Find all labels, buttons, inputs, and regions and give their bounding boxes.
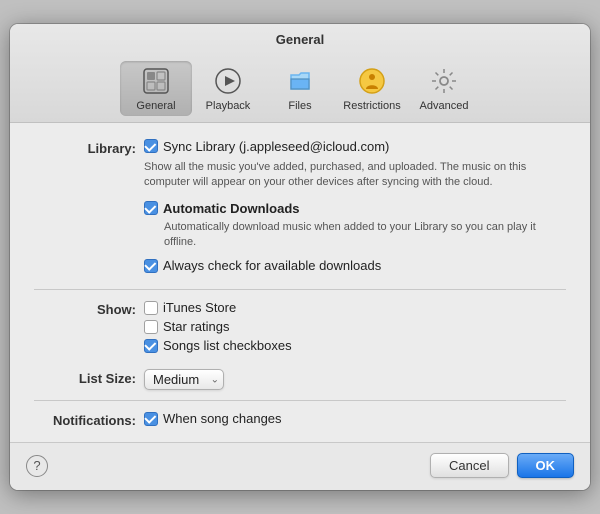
- divider-1: [34, 289, 566, 290]
- toolbar-item-files[interactable]: Files: [264, 61, 336, 116]
- ok-button[interactable]: OK: [517, 453, 575, 478]
- footer-buttons: Cancel OK: [430, 453, 574, 478]
- toolbar-item-advanced[interactable]: Advanced: [408, 61, 480, 116]
- toolbar: General Playback: [10, 55, 590, 122]
- song-changes-row: When song changes: [144, 411, 566, 426]
- window-title: General: [10, 32, 590, 47]
- toolbar-label-playback: Playback: [206, 100, 251, 112]
- list-size-section: List Size: Small Medium Large ⌄: [34, 369, 566, 390]
- toolbar-label-files: Files: [288, 100, 311, 112]
- toolbar-label-restrictions: Restrictions: [343, 100, 400, 112]
- list-size-select[interactable]: Small Medium Large: [144, 369, 224, 390]
- toolbar-item-playback[interactable]: Playback: [192, 61, 264, 116]
- restrictions-icon: [356, 65, 388, 97]
- notifications-label: Notifications:: [34, 411, 144, 428]
- list-size-select-container: Small Medium Large ⌄: [144, 369, 224, 390]
- sync-library-description: Show all the music you've added, purchas…: [144, 160, 566, 191]
- library-section: Library: Sync Library (j.appleseed@iclou…: [34, 139, 566, 278]
- footer: ? Cancel OK: [10, 442, 590, 490]
- songs-list-checkboxes-checkbox[interactable]: [144, 339, 158, 353]
- show-section: Show: iTunes Store Star ratings Songs li…: [34, 300, 566, 357]
- advanced-icon: [428, 65, 460, 97]
- cancel-button[interactable]: Cancel: [430, 453, 508, 478]
- songs-list-checkboxes-label: Songs list checkboxes: [163, 338, 292, 353]
- toolbar-label-general: General: [136, 100, 175, 112]
- sync-library-checkbox[interactable]: [144, 139, 158, 153]
- toolbar-item-restrictions[interactable]: Restrictions: [336, 61, 408, 116]
- library-content: Sync Library (j.appleseed@icloud.com) Sh…: [144, 139, 566, 278]
- star-ratings-row: Star ratings: [144, 319, 566, 334]
- star-ratings-checkbox[interactable]: [144, 320, 158, 334]
- songs-list-checkboxes-row: Songs list checkboxes: [144, 338, 566, 353]
- preferences-window: General General: [10, 24, 590, 491]
- star-ratings-label: Star ratings: [163, 319, 229, 334]
- auto-downloads-row: Automatic Downloads: [144, 201, 566, 216]
- library-label: Library:: [34, 139, 144, 156]
- song-changes-label: When song changes: [163, 411, 282, 426]
- files-icon: [284, 65, 316, 97]
- list-size-label: List Size:: [34, 369, 144, 386]
- always-check-checkbox[interactable]: [144, 259, 158, 273]
- show-content: iTunes Store Star ratings Songs list che…: [144, 300, 566, 357]
- content-area: Library: Sync Library (j.appleseed@iclou…: [10, 123, 590, 443]
- divider-2: [34, 400, 566, 401]
- auto-downloads-checkbox[interactable]: [144, 201, 158, 215]
- show-label: Show:: [34, 300, 144, 317]
- list-size-content: Small Medium Large ⌄: [144, 369, 566, 390]
- notifications-section: Notifications: When song changes: [34, 411, 566, 430]
- always-check-label: Always check for available downloads: [163, 258, 381, 273]
- title-bar: General General: [10, 24, 590, 123]
- always-check-row: Always check for available downloads: [144, 258, 566, 273]
- toolbar-label-advanced: Advanced: [420, 100, 469, 112]
- help-button[interactable]: ?: [26, 455, 48, 477]
- sync-library-row: Sync Library (j.appleseed@icloud.com): [144, 139, 566, 154]
- itunes-store-row: iTunes Store: [144, 300, 566, 315]
- song-changes-checkbox[interactable]: [144, 412, 158, 426]
- sync-library-text: Sync Library (j.appleseed@icloud.com): [163, 139, 389, 154]
- toolbar-item-general[interactable]: General: [120, 61, 192, 116]
- itunes-store-checkbox[interactable]: [144, 301, 158, 315]
- itunes-store-label: iTunes Store: [163, 300, 236, 315]
- auto-downloads-label: Automatic Downloads: [163, 201, 300, 216]
- general-icon: [140, 65, 172, 97]
- notifications-content: When song changes: [144, 411, 566, 430]
- playback-icon: [212, 65, 244, 97]
- auto-downloads-description: Automatically download music when added …: [164, 220, 566, 251]
